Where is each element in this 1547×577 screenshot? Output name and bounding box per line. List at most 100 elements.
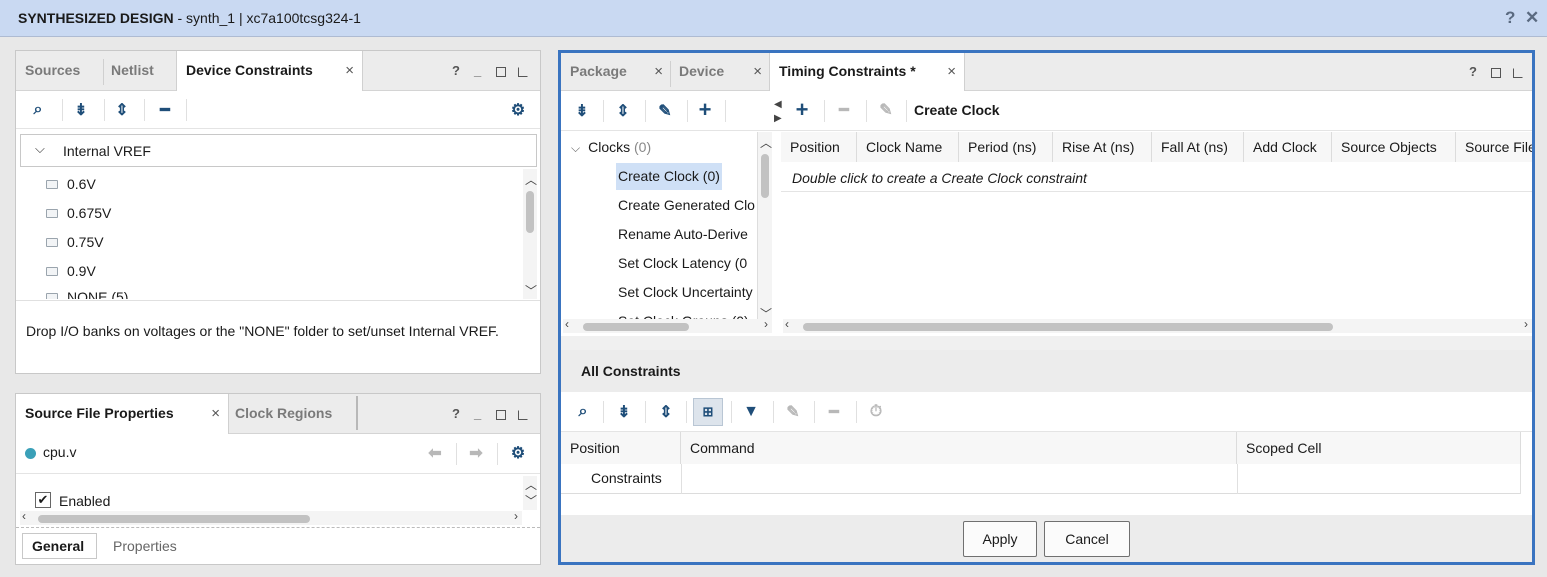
close-icon[interactable]: ✕ (1525, 8, 1539, 28)
pin-icon[interactable]: ✎ (655, 101, 675, 121)
expand-all-icon[interactable]: ⇕ (112, 100, 132, 120)
forward-arrow-icon[interactable]: ➡ (466, 443, 486, 463)
scroll-up-icon[interactable]: ︿ (525, 476, 537, 493)
splitter-left-icon[interactable]: ◀ (774, 99, 782, 110)
minimize-icon[interactable]: _ (474, 63, 481, 78)
question-icon[interactable]: ? (1505, 8, 1515, 28)
tab-sources[interactable]: Sources (16, 51, 104, 91)
empty-table-hint[interactable]: Double click to create a Create Clock co… (792, 170, 1087, 186)
table-row[interactable]: Constraints (561, 464, 1521, 494)
settings-gear-icon[interactable]: ⚙ (508, 443, 528, 463)
tab-timing-constraints[interactable]: Timing Constraints * × (769, 53, 965, 92)
help-icon[interactable]: ? (1469, 64, 1477, 79)
scroll-down-icon[interactable]: ﹀ (525, 282, 537, 299)
tree-root[interactable]: ⌵ Clocks (0) (571, 139, 651, 156)
column-header[interactable]: Source Objects (1332, 132, 1456, 162)
collapse-all-icon[interactable]: ⇟ (71, 100, 91, 120)
horizontal-scrollbar[interactable]: ‹ › (20, 509, 522, 525)
horizontal-scrollbar[interactable]: ‹ › (563, 317, 772, 333)
close-tab-icon[interactable]: × (753, 54, 762, 90)
float-icon[interactable] (1513, 68, 1523, 78)
enabled-checkbox[interactable]: ✔ (35, 492, 51, 508)
column-header[interactable]: Period (ns) (959, 132, 1053, 162)
column-header[interactable]: Source File (1456, 132, 1532, 162)
tab-device[interactable]: Device × (670, 53, 770, 91)
edit-pencil-icon[interactable]: ✎ (783, 402, 803, 422)
close-tab-icon[interactable]: × (654, 54, 663, 90)
list-item[interactable]: 0.9V (46, 263, 96, 279)
column-header[interactable]: Rise At (ns) (1053, 132, 1152, 162)
remove-icon[interactable]: ━ (155, 100, 175, 120)
timer-icon[interactable]: ⏱ (866, 402, 886, 422)
chevron-down-icon[interactable]: ⌵ (35, 141, 45, 157)
scroll-down-icon[interactable]: ﹀ (525, 492, 537, 509)
tree-item[interactable]: Create Generated Clo (618, 197, 755, 213)
vertical-scrollbar[interactable]: ︿ ﹀ (758, 132, 772, 322)
scroll-left-icon[interactable]: ‹ (565, 317, 569, 331)
tree-item-create-clock[interactable]: Create Clock (0) (616, 163, 722, 190)
column-header[interactable]: Command (681, 432, 1237, 464)
float-icon[interactable] (518, 410, 528, 420)
expand-all-icon[interactable]: ⇕ (656, 402, 676, 422)
vertical-scrollbar[interactable]: ︿ ﹀ (523, 169, 537, 299)
horizontal-scrollbar[interactable]: ‹ › (783, 317, 1532, 333)
panel-splitter[interactable] (561, 336, 1532, 350)
tab-clock-regions[interactable]: Clock Regions (226, 394, 358, 434)
close-tab-icon[interactable]: × (345, 52, 354, 90)
minimize-icon[interactable]: _ (474, 406, 481, 421)
cancel-button[interactable]: Cancel (1044, 521, 1130, 557)
expand-all-icon[interactable]: ⇕ (613, 101, 633, 121)
maximize-icon[interactable] (496, 410, 506, 420)
scroll-right-icon[interactable]: › (764, 317, 768, 331)
apply-button[interactable]: Apply (963, 521, 1037, 557)
filter-icon[interactable]: ▼ (741, 402, 761, 422)
search-icon[interactable]: ⌕ (28, 100, 48, 120)
settings-gear-icon[interactable]: ⚙ (508, 100, 528, 120)
tab-device-constraints[interactable]: Device Constraints × (176, 51, 363, 92)
vertical-scrollbar[interactable]: ︿ ﹀ (523, 476, 537, 510)
column-header[interactable]: Fall At (ns) (1152, 132, 1244, 162)
column-header[interactable]: Add Clock (1244, 132, 1332, 162)
remove-icon[interactable]: ━ (834, 100, 854, 120)
splitter-right-icon[interactable]: ▶ (774, 113, 782, 124)
internal-vref-header[interactable]: ⌵ Internal VREF (20, 134, 537, 167)
close-tab-icon[interactable]: × (947, 54, 956, 90)
column-header[interactable]: Position (781, 132, 857, 162)
search-icon[interactable]: ⌕ (573, 402, 593, 422)
scroll-left-icon[interactable]: ‹ (22, 509, 26, 523)
scroll-up-icon[interactable]: ︿ (525, 171, 537, 188)
scroll-right-icon[interactable]: › (514, 509, 518, 523)
tree-item[interactable]: Set Clock Latency (0 (618, 255, 747, 271)
close-tab-icon[interactable]: × (211, 395, 220, 433)
collapse-all-icon[interactable]: ⇟ (572, 101, 592, 121)
tab-package[interactable]: Package × (561, 53, 671, 91)
help-icon[interactable]: ? (452, 406, 460, 421)
tree-item[interactable]: Set Clock Uncertainty (618, 284, 753, 300)
float-icon[interactable] (518, 67, 528, 77)
list-item[interactable]: NONE (5) (46, 289, 128, 299)
column-header[interactable]: Clock Name (857, 132, 959, 162)
scroll-up-icon[interactable]: ︿ (760, 134, 772, 151)
maximize-icon[interactable] (1491, 68, 1501, 78)
list-item[interactable]: 0.675V (46, 205, 111, 221)
scroll-right-icon[interactable]: › (1524, 317, 1528, 331)
edit-pencil-icon[interactable]: ✎ (876, 100, 896, 120)
scroll-left-icon[interactable]: ‹ (785, 317, 789, 331)
help-icon[interactable]: ? (452, 63, 460, 78)
collapse-all-icon[interactable]: ⇟ (614, 402, 634, 422)
tab-general[interactable]: General (22, 533, 97, 559)
tab-source-file-properties[interactable]: Source File Properties × (16, 394, 229, 435)
add-constraint-icon[interactable]: + (792, 97, 812, 122)
column-header[interactable]: Position (561, 432, 681, 464)
list-item[interactable]: 0.6V (46, 176, 96, 192)
remove-icon[interactable]: ━ (824, 402, 844, 422)
back-arrow-icon[interactable]: ⬅ (425, 443, 445, 463)
column-header[interactable]: Scoped Cell (1237, 432, 1521, 464)
tree-item[interactable]: Rename Auto-Derive (618, 226, 748, 242)
tab-netlist[interactable]: Netlist (102, 51, 180, 91)
tab-properties[interactable]: Properties (113, 538, 177, 554)
list-item[interactable]: 0.75V (46, 234, 104, 250)
add-icon[interactable]: + (695, 97, 715, 122)
hierarchy-icon[interactable]: ⊞ (693, 398, 723, 426)
maximize-icon[interactable] (496, 67, 506, 77)
